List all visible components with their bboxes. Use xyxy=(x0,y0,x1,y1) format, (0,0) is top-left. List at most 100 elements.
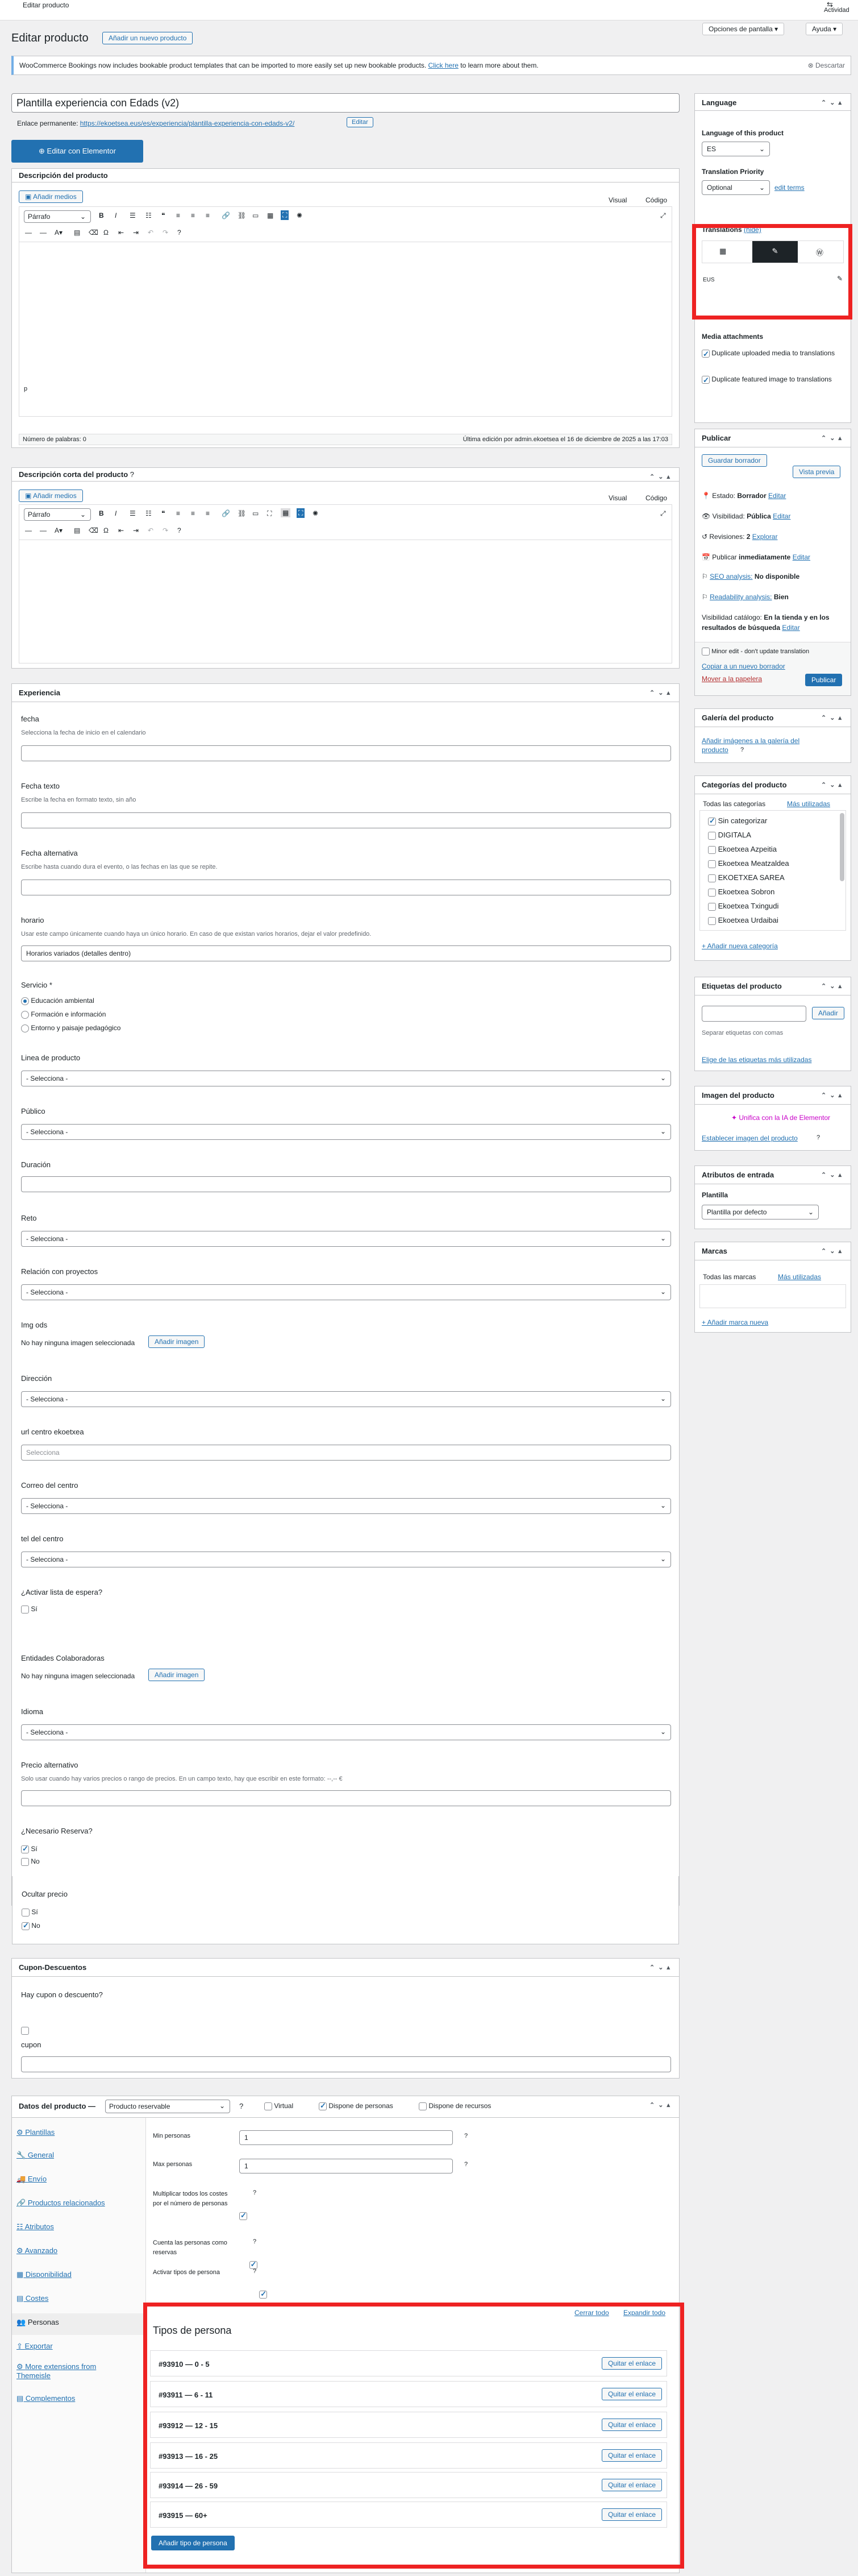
short-text-color-icon[interactable]: A▾ xyxy=(55,526,63,534)
redo-icon[interactable]: ↷ xyxy=(163,229,168,237)
nav-avanzado[interactable]: ⚙ Avanzado xyxy=(16,2246,57,2255)
short-bold-icon[interactable]: B xyxy=(99,509,104,517)
category-checkbox-6[interactable] xyxy=(708,902,716,911)
strikethrough-icon[interactable]: — xyxy=(25,229,32,237)
nav-personas[interactable]: 👥 Personas xyxy=(16,2318,59,2327)
short-align-left-icon[interactable]: ≡ xyxy=(176,509,180,517)
expandir-todo-link[interactable]: Expandir todo xyxy=(623,2309,665,2317)
servicio-option-0[interactable]: Educación ambiental xyxy=(21,997,94,1005)
reserva-no[interactable]: No xyxy=(21,1857,40,1866)
set-product-image-link[interactable]: Establecer imagen del producto xyxy=(702,1134,798,1142)
dup-featured-option[interactable]: Duplicate featured image to translations xyxy=(702,374,844,386)
nav-more-extensions[interactable]: ⚙ More extensions from Themeisle xyxy=(16,2362,130,2380)
catalogo-edit-link[interactable]: Editar xyxy=(782,624,799,632)
blockquote-icon[interactable]: ❝ xyxy=(161,211,165,219)
notice-link[interactable]: Click here xyxy=(428,61,459,69)
elementor-button[interactable]: ⊕ Editar con Elementor xyxy=(11,140,143,163)
activity-link[interactable]: Actividad xyxy=(824,7,849,14)
screen-options-button[interactable]: Opciones de pantalla ▾ xyxy=(702,23,785,35)
save-draft-button[interactable]: Guardar borrador xyxy=(702,454,767,467)
entidades-add-button[interactable]: Añadir imagen xyxy=(148,1669,205,1681)
tipo-row-1[interactable]: #93911 — 6 - 11▾Quitar el enlace xyxy=(150,2381,667,2407)
fecha-texto-input[interactable] xyxy=(21,812,671,828)
nav-atributos[interactable]: ☷ Atributos xyxy=(16,2222,54,2231)
mult-checkbox[interactable] xyxy=(239,2211,247,2220)
short-unlink-icon[interactable]: ⛓ xyxy=(238,509,246,517)
expand-icon[interactable]: ⤢ xyxy=(660,211,666,220)
category-checkbox-5[interactable] xyxy=(708,888,716,897)
quitar-button-2[interactable]: Quitar el enlace xyxy=(601,2419,662,2431)
recursos-option[interactable]: Dispone de recursos xyxy=(419,2102,491,2110)
servicio-radio-0[interactable] xyxy=(21,997,29,1005)
align-right-icon[interactable]: ≡ xyxy=(206,211,210,219)
short-strikethrough-icon[interactable]: — xyxy=(25,526,32,534)
category-item-6[interactable]: Ekoetxea Txingudi xyxy=(708,902,778,911)
product-type-select[interactable]: Producto reservable ⌄ xyxy=(105,2100,230,2113)
short-bullet-list-icon[interactable]: ☰ xyxy=(130,509,136,517)
ocultar-no[interactable]: No xyxy=(22,1921,40,1930)
short-italic-icon[interactable]: I xyxy=(115,509,116,517)
revisiones-link[interactable]: Explorar xyxy=(752,533,778,541)
add-new-product-button[interactable]: Añadir un nuevo producto xyxy=(102,32,193,44)
duracion-input[interactable] xyxy=(21,1176,671,1192)
recursos-checkbox[interactable] xyxy=(419,2102,427,2110)
short-distraction-icon[interactable]: ⛶ xyxy=(297,508,305,518)
language-select[interactable]: ES ⌄ xyxy=(702,142,770,156)
short-expand-icon[interactable]: ⤢ xyxy=(660,509,666,518)
permalink-link[interactable]: https://ekoetsea.eus/es/experiencia/plan… xyxy=(80,119,295,127)
bullet-list-icon[interactable]: ☰ xyxy=(130,211,136,219)
short-read-more-icon[interactable]: ▭ xyxy=(252,509,259,517)
personas-checkbox[interactable] xyxy=(319,2101,327,2110)
short-toolbar-toggle-icon[interactable]: ▦ xyxy=(281,508,291,517)
estado-edit-link[interactable]: Editar xyxy=(768,492,786,500)
publish-button[interactable]: Publicar xyxy=(805,674,843,686)
tab-code[interactable]: Código xyxy=(645,196,667,204)
short-add-media-button[interactable]: ▣ Añadir medios xyxy=(19,490,83,502)
edit-terms-link[interactable]: edit terms xyxy=(774,184,805,192)
relacion-select[interactable]: - Selecciona - ⌄ xyxy=(21,1284,671,1300)
dup-media-checkbox[interactable] xyxy=(702,349,710,360)
short-align-right-icon[interactable]: ≡ xyxy=(206,509,210,517)
category-item-3[interactable]: Ekoetxea Meatzaldea xyxy=(708,859,789,868)
bold-icon[interactable]: B xyxy=(99,211,104,219)
servicio-option-2[interactable]: Entorno y paisaje pedagógico xyxy=(21,1024,120,1032)
tipo-row-3[interactable]: #93913 — 16 - 25▾Quitar el enlace xyxy=(150,2442,667,2469)
reserva-no-checkbox[interactable] xyxy=(21,1857,29,1866)
cupon-checkbox[interactable] xyxy=(21,2026,29,2035)
unlink-icon[interactable]: ⛓ xyxy=(238,211,246,219)
short-hr-icon[interactable]: ― xyxy=(40,526,47,534)
precio-alt-input[interactable] xyxy=(21,1790,671,1806)
ocultar-si[interactable]: Sí xyxy=(22,1908,38,1917)
add-media-button[interactable]: ▣ Añadir medios xyxy=(19,190,83,203)
tab-all-brands[interactable]: Todas las marcas xyxy=(703,1273,756,1281)
category-checkbox-1[interactable] xyxy=(708,831,716,840)
reserva-si-checkbox[interactable] xyxy=(21,1844,29,1853)
minor-edit-checkbox[interactable] xyxy=(702,648,710,656)
category-checkbox-4[interactable] xyxy=(708,874,716,882)
quitar-button-1[interactable]: Quitar el enlace xyxy=(601,2388,662,2400)
fullscreen-icon[interactable]: ⛶ xyxy=(281,210,289,220)
category-item-0[interactable]: Sin categorizar xyxy=(708,816,767,826)
nav-general[interactable]: 🔧 General xyxy=(16,2151,54,2160)
correo-select[interactable]: - Selecciona - ⌄ xyxy=(21,1498,671,1514)
min-personas-input[interactable]: 1 xyxy=(239,2130,453,2145)
wordpress-icon[interactable]: Ⓦ xyxy=(816,247,823,258)
reto-select[interactable]: - Selecciona - ⌄ xyxy=(21,1231,671,1247)
hr-icon[interactable]: ― xyxy=(40,229,47,237)
servicio-option-1[interactable]: Formación e información xyxy=(21,1010,106,1019)
seo-link[interactable]: SEO analysis: xyxy=(710,573,752,580)
dup-media-option[interactable]: Duplicate uploaded media to translations xyxy=(702,347,844,360)
category-checkbox-3[interactable] xyxy=(708,860,716,868)
cerrar-todo-link[interactable]: Cerrar todo xyxy=(574,2309,609,2317)
short-tab-visual[interactable]: Visual xyxy=(609,494,627,502)
idioma-select[interactable]: - Selecciona - ⌄ xyxy=(21,1724,671,1740)
category-checkbox-7[interactable] xyxy=(708,916,716,925)
toolbar-toggle-icon[interactable]: ▦ xyxy=(267,211,273,219)
help-button[interactable]: Ayuda ▾ xyxy=(806,23,843,35)
permalink-edit-button[interactable]: Editar xyxy=(347,117,373,127)
help-icon[interactable]: ? xyxy=(177,229,181,237)
short-align-center-icon[interactable]: ≡ xyxy=(191,509,195,517)
tipo-row-5[interactable]: #93915 — 60+▾Quitar el enlace xyxy=(150,2502,667,2528)
servicio-radio-1[interactable] xyxy=(21,1010,29,1019)
extension-icon[interactable]: ✺ xyxy=(297,211,302,219)
